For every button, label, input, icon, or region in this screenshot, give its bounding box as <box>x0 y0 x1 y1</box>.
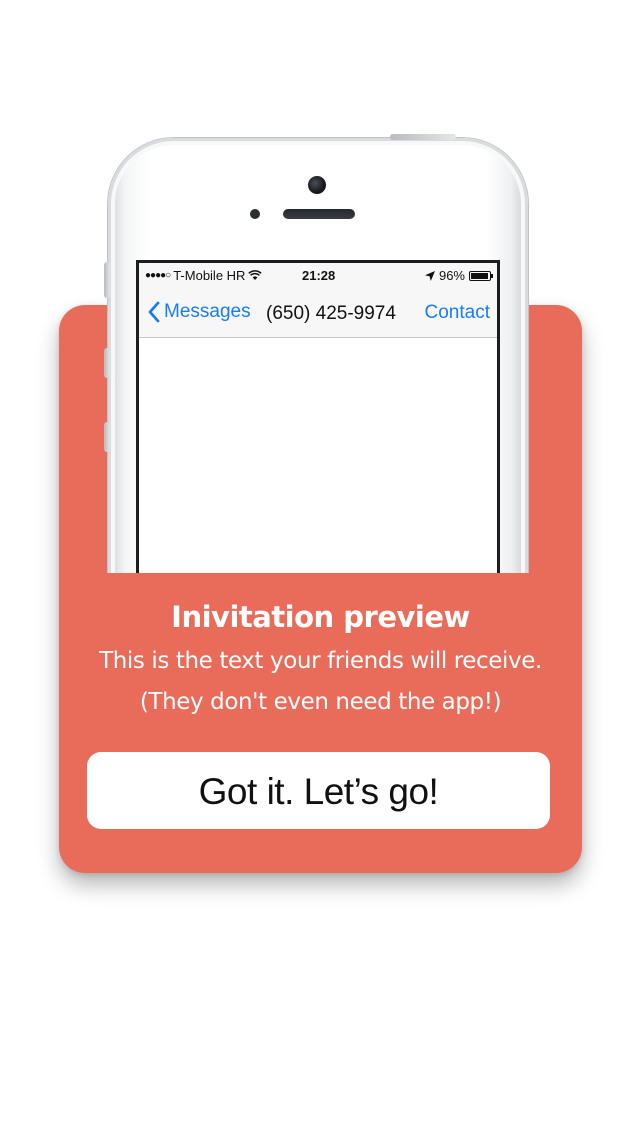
invitation-preview-screen: ●●●●○ T-Mobile HR 21:28 96% Messages (65… <box>0 0 640 1136</box>
battery-level <box>471 272 488 279</box>
phone-volume-down <box>104 422 110 452</box>
phone-power-button <box>390 134 456 140</box>
chevron-left-icon <box>148 301 160 323</box>
status-bar: ●●●●○ T-Mobile HR 21:28 96% <box>139 263 497 289</box>
phone-preview: ●●●●○ T-Mobile HR 21:28 96% Messages (65… <box>96 130 544 573</box>
phone-body: ●●●●○ T-Mobile HR 21:28 96% Messages (65… <box>104 134 528 573</box>
got-it-button[interactable]: Got it. Let’s go! <box>87 752 550 829</box>
proximity-sensor <box>250 209 260 219</box>
earpiece-speaker <box>283 209 355 219</box>
location-arrow-icon <box>424 270 435 281</box>
contact-button[interactable]: Contact <box>425 302 490 324</box>
card-description-line-1: This is the text your friends will recei… <box>99 648 542 674</box>
phone-volume-up <box>104 348 110 378</box>
phone-mute-switch <box>104 262 110 298</box>
front-camera-icon <box>308 176 326 194</box>
carrier-name: T-Mobile HR <box>173 268 246 283</box>
back-label: Messages <box>164 301 251 322</box>
phone-screen: ●●●●○ T-Mobile HR 21:28 96% Messages (65… <box>136 260 500 573</box>
messages-nav-bar: Messages (650) 425-9974 Contact <box>139 289 497 338</box>
battery-percent: 96% <box>438 268 465 283</box>
battery-icon <box>469 270 493 281</box>
conversation-title: (650) 425-9974 <box>266 303 396 324</box>
status-time: 21:28 <box>302 268 336 283</box>
card-title: Inivitation preview <box>171 600 470 634</box>
card-description-line-2: (They don't even need the app!) <box>139 689 502 715</box>
messages-back-button[interactable]: Messages <box>147 301 251 323</box>
wifi-icon <box>248 270 263 280</box>
signal-strength-icon: ●●●●○ <box>145 270 171 281</box>
